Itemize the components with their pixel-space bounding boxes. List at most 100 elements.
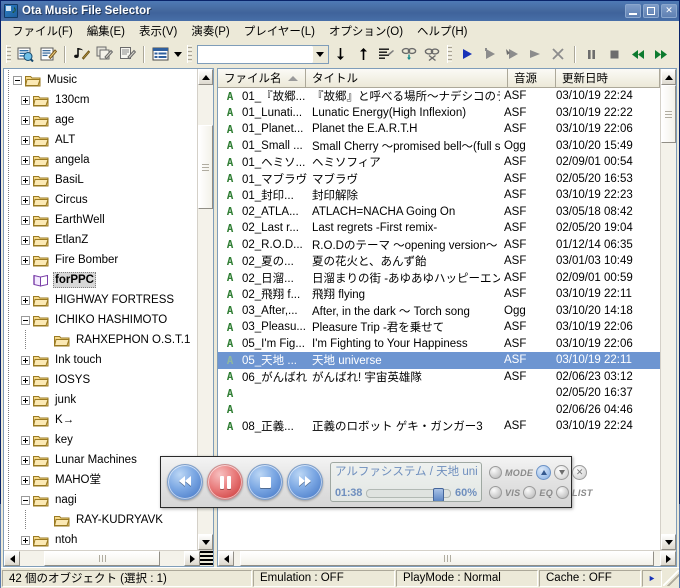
tree-expand-button[interactable]: [21, 295, 30, 305]
tree-expand-button[interactable]: [21, 475, 30, 485]
search-folder-icon[interactable]: [14, 43, 37, 65]
table-row[interactable]: A 05_天地 ... 天地 universe ASF 03/10/19 22:11: [218, 352, 660, 369]
menu-player[interactable]: プレイヤー(L): [237, 21, 322, 41]
tree-item[interactable]: ntoh: [4, 530, 197, 550]
link-down-icon[interactable]: [398, 43, 421, 65]
tree-item[interactable]: 130cm: [4, 90, 197, 110]
list-scroll-right-button[interactable]: [660, 551, 676, 566]
menu-edit[interactable]: 編集(E): [80, 21, 132, 41]
tree-expand-button[interactable]: [21, 175, 30, 185]
eq-led[interactable]: [523, 486, 537, 499]
table-row[interactable]: A 03_Pleasu... Pleasure Trip -君を乗せて ASF 03/1…: [218, 319, 660, 336]
list-scroll-down-button[interactable]: [661, 534, 676, 550]
file-list-header[interactable]: ファイル名 タイトル 音源 更新日時: [218, 69, 660, 88]
table-row[interactable]: A 05_I'm Fig... I'm Fighting to Your Happi…: [218, 336, 660, 353]
play-gray-icon[interactable]: [478, 43, 501, 65]
tree-expand-button[interactable]: [21, 395, 30, 405]
tree-horizontal-scrollbar[interactable]: [4, 550, 213, 566]
tree-expand-button[interactable]: [21, 435, 30, 445]
menu-file[interactable]: ファイル(F): [5, 21, 80, 41]
tree-expand-button[interactable]: [21, 535, 30, 545]
table-row[interactable]: A 01_Small ... Small Cherry 〜promised bell…: [218, 138, 660, 155]
table-row[interactable]: A 01_封印... 封印解除 ASF 03/10/19 22:23: [218, 187, 660, 204]
table-row[interactable]: A 01_Lunati... Lunatic Energy(High Inflexi…: [218, 105, 660, 122]
tree-expand-button[interactable]: [21, 455, 30, 465]
tree-expand-button[interactable]: [21, 155, 30, 165]
table-row[interactable]: A 02_日溜... 日溜まりの街 -あゆあゆハッピーエンドEdition- ASF 0…: [218, 270, 660, 287]
play-add-icon[interactable]: [501, 43, 524, 65]
table-row[interactable]: A 06_がんばれ がんばれ! 宇宙英雄隊 ASF 02/06/23 03:12: [218, 369, 660, 386]
edit-properties-icon[interactable]: [37, 43, 60, 65]
table-row[interactable]: A 02/06/26 04:46: [218, 402, 660, 419]
tree-scroll-down-button[interactable]: [198, 534, 213, 550]
tree-item[interactable]: age: [4, 110, 197, 130]
tree-item[interactable]: Ink touch: [4, 350, 197, 370]
col-source[interactable]: 音源: [508, 69, 556, 87]
menu-options[interactable]: オプション(O): [322, 21, 410, 41]
rewind-button[interactable]: [167, 464, 203, 500]
table-row[interactable]: A 01_Planet... Planet the E.A.R.T.H ASF 03/1…: [218, 121, 660, 138]
tree-item[interactable]: RAY-KUDRYAVK: [4, 510, 197, 530]
view-dropdown-arrow-icon[interactable]: [172, 43, 184, 65]
mode-led[interactable]: [489, 466, 502, 479]
table-row[interactable]: A 01_ヘミソ... ヘミソフィア ASF 02/09/01 00:54: [218, 154, 660, 171]
tree-expand-button[interactable]: [21, 115, 30, 125]
move-up-icon[interactable]: [352, 43, 375, 65]
table-row[interactable]: A 02_ATLA... ATLACH=NACHA Going On ASF 03/05…: [218, 204, 660, 221]
tree-item[interactable]: ICHIKO HASHIMOTO: [4, 310, 197, 330]
list-scroll-track[interactable]: [661, 85, 676, 534]
stop-button[interactable]: [247, 464, 283, 500]
table-row[interactable]: A 01_マブラヴ マブラヴ ASF 02/05/20 16:53: [218, 171, 660, 188]
tree-item[interactable]: junk: [4, 390, 197, 410]
window-size-grip[interactable]: [663, 570, 679, 586]
tree-expand-button[interactable]: [21, 135, 30, 145]
menu-play[interactable]: 演奏(P): [184, 21, 236, 41]
tree-item[interactable]: Fire Bomber: [4, 250, 197, 270]
play-next-icon[interactable]: [524, 43, 547, 65]
music-wand-icon[interactable]: [70, 43, 93, 65]
list-horizontal-scrollbar[interactable]: [218, 550, 676, 566]
vis-led[interactable]: [489, 486, 502, 499]
scroll-up-button[interactable]: [536, 465, 552, 480]
tree-expand-button[interactable]: [21, 95, 30, 105]
table-row[interactable]: A 03_After,... After, in the dark 〜 Torch …: [218, 303, 660, 320]
list-scroll-up-button[interactable]: [661, 69, 676, 85]
tree-item[interactable]: EarthWell: [4, 210, 197, 230]
list-led[interactable]: [556, 486, 570, 499]
tree-expand-button[interactable]: [21, 195, 30, 205]
tree-item[interactable]: Music: [4, 70, 197, 90]
tree-scroll-left-button[interactable]: [4, 551, 20, 566]
close-button[interactable]: ✕: [661, 4, 677, 18]
table-row[interactable]: A 02_Last r... Last regrets -First remix- A…: [218, 220, 660, 237]
tree-size-grip[interactable]: [200, 551, 213, 566]
tree-expand-button[interactable]: [21, 355, 30, 365]
play-icon[interactable]: [455, 43, 478, 65]
tree-item[interactable]: EtlanZ: [4, 230, 197, 250]
fastforward-button[interactable]: [287, 464, 323, 500]
tree-scroll-thumb[interactable]: [198, 125, 213, 209]
unlink-icon[interactable]: [421, 43, 444, 65]
col-title[interactable]: タイトル: [306, 69, 508, 87]
tree-expand-button[interactable]: [21, 235, 30, 245]
edit-list-icon[interactable]: [116, 43, 139, 65]
table-row[interactable]: A 01_『故郷... 『故郷』と呼べる場所〜ナデシコのテーマ〜 ASF 03/10/1…: [218, 88, 660, 105]
col-modified[interactable]: 更新日時: [556, 69, 660, 87]
table-row[interactable]: A 02_R.O.D... R.O.Dのテーマ 〜opening version〜 A…: [218, 237, 660, 254]
toolbar-grip-2[interactable]: [187, 45, 192, 63]
tree-expand-button[interactable]: [21, 215, 30, 225]
floating-player[interactable]: アルファシステム / 天地 unive 01:38 60% MODE ✕ VIS…: [160, 456, 592, 508]
sort-list-icon[interactable]: [375, 43, 398, 65]
view-details-icon[interactable]: [149, 43, 172, 65]
list-hscroll-track[interactable]: [234, 551, 660, 566]
tree-collapse-button[interactable]: [21, 315, 30, 325]
tree-hscroll-track[interactable]: [20, 551, 184, 566]
table-row[interactable]: A 02/05/20 16:37: [218, 385, 660, 402]
tree-item[interactable]: ALT: [4, 130, 197, 150]
tree-scroll-right-button[interactable]: [184, 551, 200, 566]
tree-expand-button[interactable]: [21, 255, 30, 265]
tree-item[interactable]: angela: [4, 150, 197, 170]
tree-item[interactable]: RAHXEPHON O.S.T.1: [4, 330, 197, 350]
minimize-button[interactable]: [625, 4, 641, 18]
list-hscroll-thumb[interactable]: [240, 551, 654, 566]
list-vertical-scrollbar[interactable]: [660, 69, 676, 550]
